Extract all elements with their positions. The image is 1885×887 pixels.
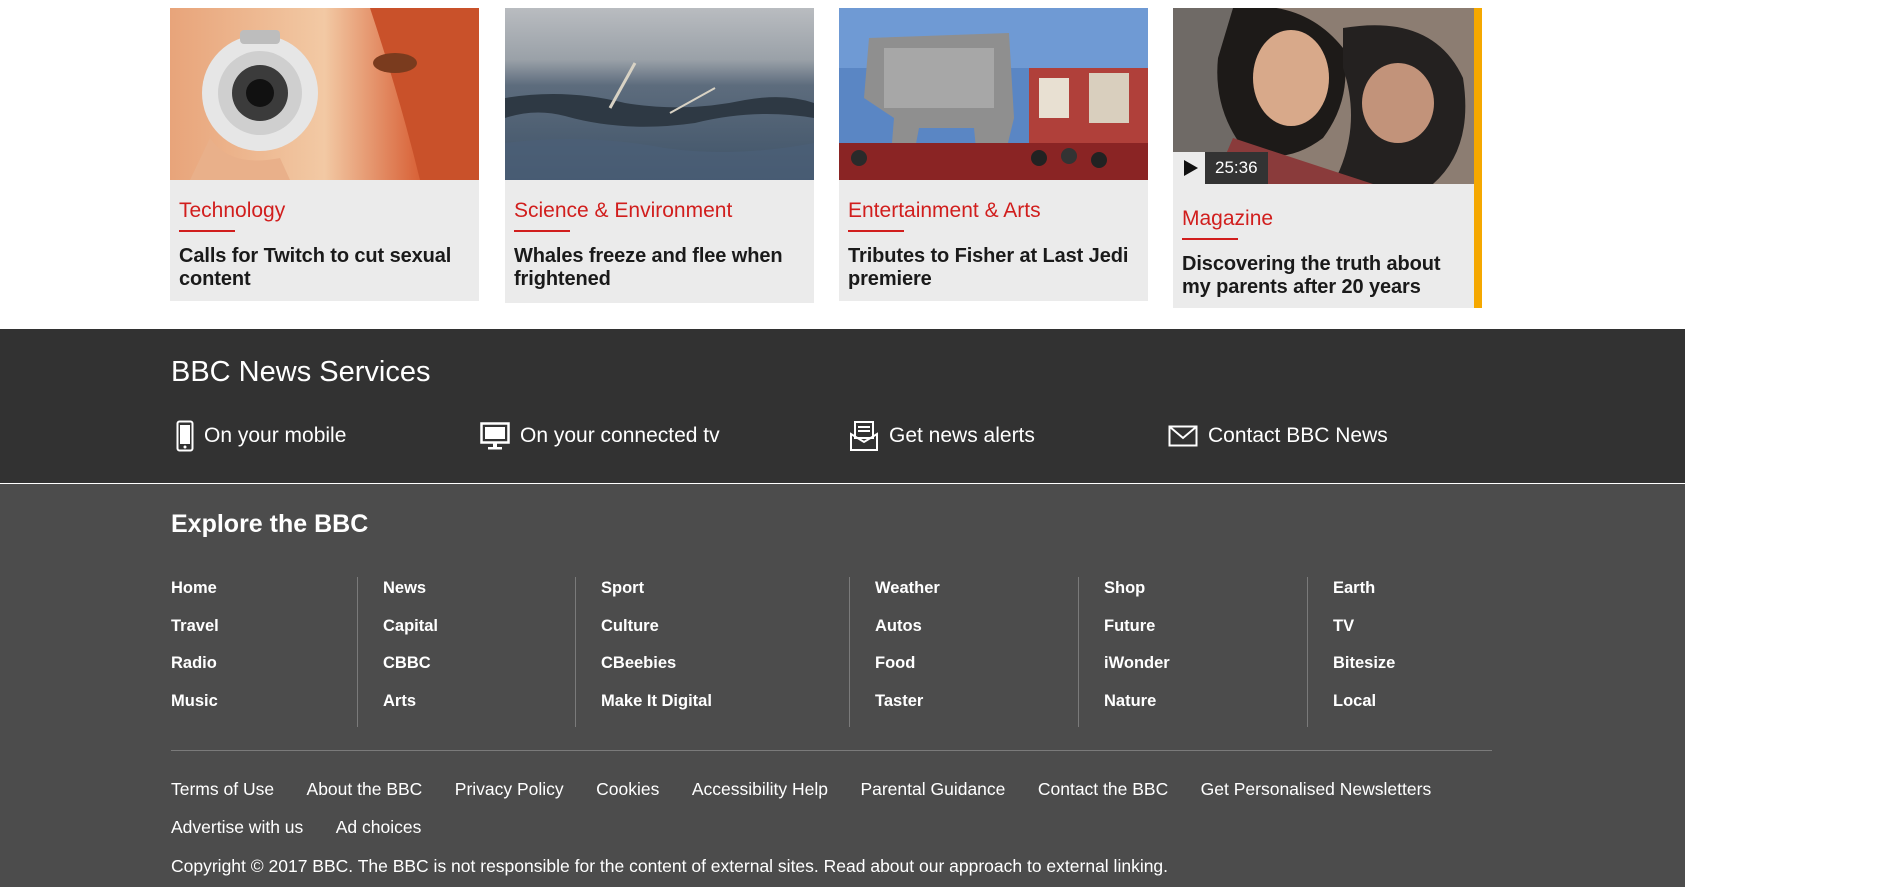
services-title: BBC News Services: [171, 356, 431, 388]
parental-guidance-link[interactable]: Parental Guidance: [860, 778, 1005, 816]
accessibility-help-link[interactable]: Accessibility Help: [692, 778, 828, 816]
tv-icon: [480, 422, 510, 450]
explore-link-taster[interactable]: Taster: [875, 690, 940, 728]
explore-nav-column: Shop Future iWonder Nature: [1078, 577, 1170, 727]
explore-link-food[interactable]: Food: [875, 652, 940, 690]
explore-link-home[interactable]: Home: [171, 577, 219, 615]
explore-the-bbc: Explore the BBC Home Travel Radio Music …: [0, 484, 1685, 887]
story-card-technology[interactable]: Technology Calls for Twitch to cut sexua…: [170, 8, 479, 301]
explore-link-sport[interactable]: Sport: [601, 577, 712, 615]
story-headline[interactable]: Calls for Twitch to cut sexual content: [179, 245, 470, 291]
section-underline: [179, 230, 235, 233]
explore-link-shop[interactable]: Shop: [1104, 577, 1170, 615]
story-headline[interactable]: Whales freeze and flee when frightened: [514, 245, 805, 291]
story-section-label[interactable]: Entertainment & Arts: [848, 199, 1041, 222]
about-the-bbc-link[interactable]: About the BBC: [307, 778, 423, 816]
explore-link-cbeebies[interactable]: CBeebies: [601, 652, 712, 690]
footer-divider: [171, 750, 1492, 751]
story-cards: Technology Calls for Twitch to cut sexua…: [170, 8, 1490, 308]
explore-link-travel[interactable]: Travel: [171, 615, 219, 653]
story-section-label[interactable]: Technology: [179, 199, 285, 222]
video-duration: 25:36: [1205, 152, 1268, 184]
story-image-premiere[interactable]: [839, 8, 1148, 180]
play-icon[interactable]: [1173, 152, 1205, 184]
explore-nav-column: Weather Autos Food Taster: [849, 577, 940, 727]
cookies-link[interactable]: Cookies: [596, 778, 659, 816]
service-label: Contact BBC News: [1208, 424, 1388, 447]
story-card-entertainment[interactable]: Entertainment & Arts Tributes to Fisher …: [839, 8, 1148, 301]
section-underline: [1182, 238, 1238, 241]
explore-title: Explore the BBC: [171, 510, 369, 538]
story-headline[interactable]: Discovering the truth about my parents a…: [1182, 253, 1465, 299]
contact-the-bbc-link[interactable]: Contact the BBC: [1038, 778, 1168, 816]
explore-link-iwonder[interactable]: iWonder: [1104, 652, 1170, 690]
explore-link-earth[interactable]: Earth: [1333, 577, 1395, 615]
ad-choices-link[interactable]: Ad choices: [336, 816, 422, 854]
story-image-embrace[interactable]: 25:36: [1173, 8, 1474, 184]
service-mobile-link[interactable]: On your mobile: [176, 419, 346, 453]
news-services-bar: BBC News Services On your mobile On your…: [0, 329, 1685, 483]
section-underline: [514, 230, 570, 233]
explore-nav-column: Sport Culture CBeebies Make It Digital: [575, 577, 712, 727]
explore-link-nature[interactable]: Nature: [1104, 690, 1170, 728]
terms-of-use-link[interactable]: Terms of Use: [171, 778, 274, 816]
explore-nav-column: News Capital CBBC Arts: [357, 577, 438, 727]
explore-link-weather[interactable]: Weather: [875, 577, 940, 615]
personalised-newsletters-link[interactable]: Get Personalised Newsletters: [1201, 778, 1432, 816]
explore-link-local[interactable]: Local: [1333, 690, 1395, 728]
envelope-icon: [1168, 425, 1198, 447]
advertise-with-us-link[interactable]: Advertise with us: [171, 816, 303, 854]
service-contact-link[interactable]: Contact BBC News: [1168, 419, 1388, 453]
mobile-icon: [176, 420, 194, 452]
story-section-label[interactable]: Science & Environment: [514, 199, 732, 222]
story-headline[interactable]: Tributes to Fisher at Last Jedi premiere: [848, 245, 1139, 291]
explore-link-bitesize[interactable]: Bitesize: [1333, 652, 1395, 690]
legal-links: Terms of Use About the BBC Privacy Polic…: [171, 778, 1501, 854]
explore-link-culture[interactable]: Culture: [601, 615, 712, 653]
explore-link-make-it-digital[interactable]: Make It Digital: [601, 690, 712, 728]
explore-nav-column: Home Travel Radio Music: [171, 577, 219, 727]
explore-link-arts[interactable]: Arts: [383, 690, 438, 728]
story-section-label[interactable]: Magazine: [1182, 207, 1273, 230]
service-label: Get news alerts: [889, 424, 1035, 447]
explore-link-tv[interactable]: TV: [1333, 615, 1395, 653]
explore-link-cbbc[interactable]: CBBC: [383, 652, 438, 690]
copyright-notice: Copyright © 2017 BBC. The BBC is not res…: [171, 856, 1169, 876]
story-card-magazine[interactable]: 25:36 Magazine Discovering the truth abo…: [1173, 8, 1482, 308]
privacy-policy-link[interactable]: Privacy Policy: [455, 778, 564, 816]
video-duration-badge[interactable]: 25:36: [1173, 152, 1268, 184]
service-label: On your connected tv: [520, 424, 720, 447]
service-tv-link[interactable]: On your connected tv: [480, 419, 720, 453]
story-card-science[interactable]: Science & Environment Whales freeze and …: [505, 8, 814, 303]
explore-link-capital[interactable]: Capital: [383, 615, 438, 653]
alerts-icon: [849, 420, 879, 452]
story-image-narwhals[interactable]: [505, 8, 814, 180]
story-image-webcam[interactable]: [170, 8, 479, 180]
explore-link-music[interactable]: Music: [171, 690, 219, 728]
explore-link-radio[interactable]: Radio: [171, 652, 219, 690]
explore-link-news[interactable]: News: [383, 577, 438, 615]
explore-nav-column: Earth TV Bitesize Local: [1307, 577, 1395, 727]
explore-link-future[interactable]: Future: [1104, 615, 1170, 653]
section-underline: [848, 230, 904, 233]
explore-link-autos[interactable]: Autos: [875, 615, 940, 653]
service-label: On your mobile: [204, 424, 347, 447]
service-alerts-link[interactable]: Get news alerts: [849, 419, 1035, 453]
